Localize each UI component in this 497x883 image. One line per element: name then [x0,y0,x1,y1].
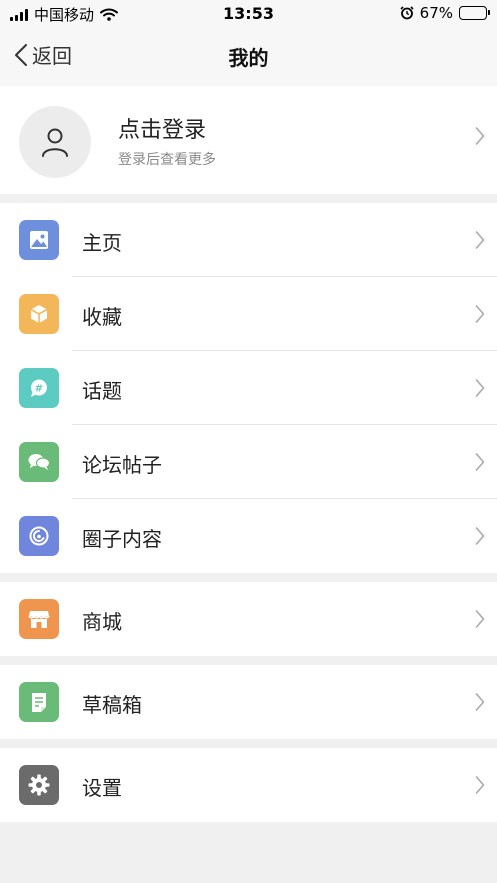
section-gap [0,739,497,748]
menu-item[interactable]: 设置 [0,748,497,822]
alarm-clock-icon [400,6,414,20]
avatar [19,106,91,178]
menu-groups: 主页收藏 # 话题论坛帖子圈子内容商城草稿箱设置 [0,203,497,831]
chevron-right-icon [475,127,485,145]
svg-text:#: # [35,384,43,395]
page-title: 我的 [228,46,269,70]
menu-item[interactable]: 收藏 [0,277,497,351]
section-gap [0,822,497,831]
battery-icon [459,6,490,20]
menu-item-label: 论坛帖子 [82,453,162,477]
chevron-right-icon [475,610,485,628]
chevron-right-icon [475,693,485,711]
menu-item[interactable]: 主页 [0,203,497,277]
chat-bubbles-icon [19,442,59,482]
menu-item-label: 话题 [82,379,122,403]
store-icon [19,599,59,639]
menu-item[interactable]: 草稿箱 [0,665,497,739]
gear-icon [19,765,59,805]
section-gap [0,194,497,203]
menu-group: 设置 [0,748,497,822]
menu-item[interactable]: 论坛帖子 [0,425,497,499]
circle-swirl-icon [19,516,59,556]
menu-item-label: 草稿箱 [82,693,142,717]
menu-group: 主页收藏 # 话题论坛帖子圈子内容 [0,203,497,573]
status-right: 67% [400,4,490,22]
chevron-right-icon [475,231,485,249]
chevron-right-icon [475,305,485,323]
login-profile-row[interactable]: 点击登录 登录后查看更多 [0,86,497,194]
user-icon [42,128,68,157]
menu-item-label: 收藏 [82,305,122,329]
menu-group: 草稿箱 [0,665,497,739]
login-subtitle: 登录后查看更多 [118,152,216,168]
image-icon [19,220,59,260]
menu-item-label: 圈子内容 [82,527,162,551]
box-icon [19,294,59,334]
chevron-right-icon [475,379,485,397]
menu-item-label: 商城 [82,610,122,634]
battery-percent: 67% [419,4,453,22]
menu-group: 商城 [0,582,497,656]
menu-item-label: 主页 [82,231,122,255]
menu-item[interactable]: 圈子内容 [0,499,497,573]
menu-item[interactable]: # 话题 [0,351,497,425]
login-title: 点击登录 [118,118,207,143]
chevron-right-icon [475,453,485,471]
nav-bar: 返回 我的 [0,28,497,86]
menu-item-label: 设置 [82,776,122,800]
status-bar: 中国移动 13:53 67% [0,0,497,28]
section-gap [0,573,497,582]
hashtag-bubble-icon: # [19,368,59,408]
chevron-right-icon [475,776,485,794]
chevron-right-icon [475,527,485,545]
section-gap [0,656,497,665]
top-bar: 中国移动 13:53 67% 返回 我的 [0,0,497,86]
menu-item[interactable]: 商城 [0,582,497,656]
draft-document-icon [19,682,59,722]
